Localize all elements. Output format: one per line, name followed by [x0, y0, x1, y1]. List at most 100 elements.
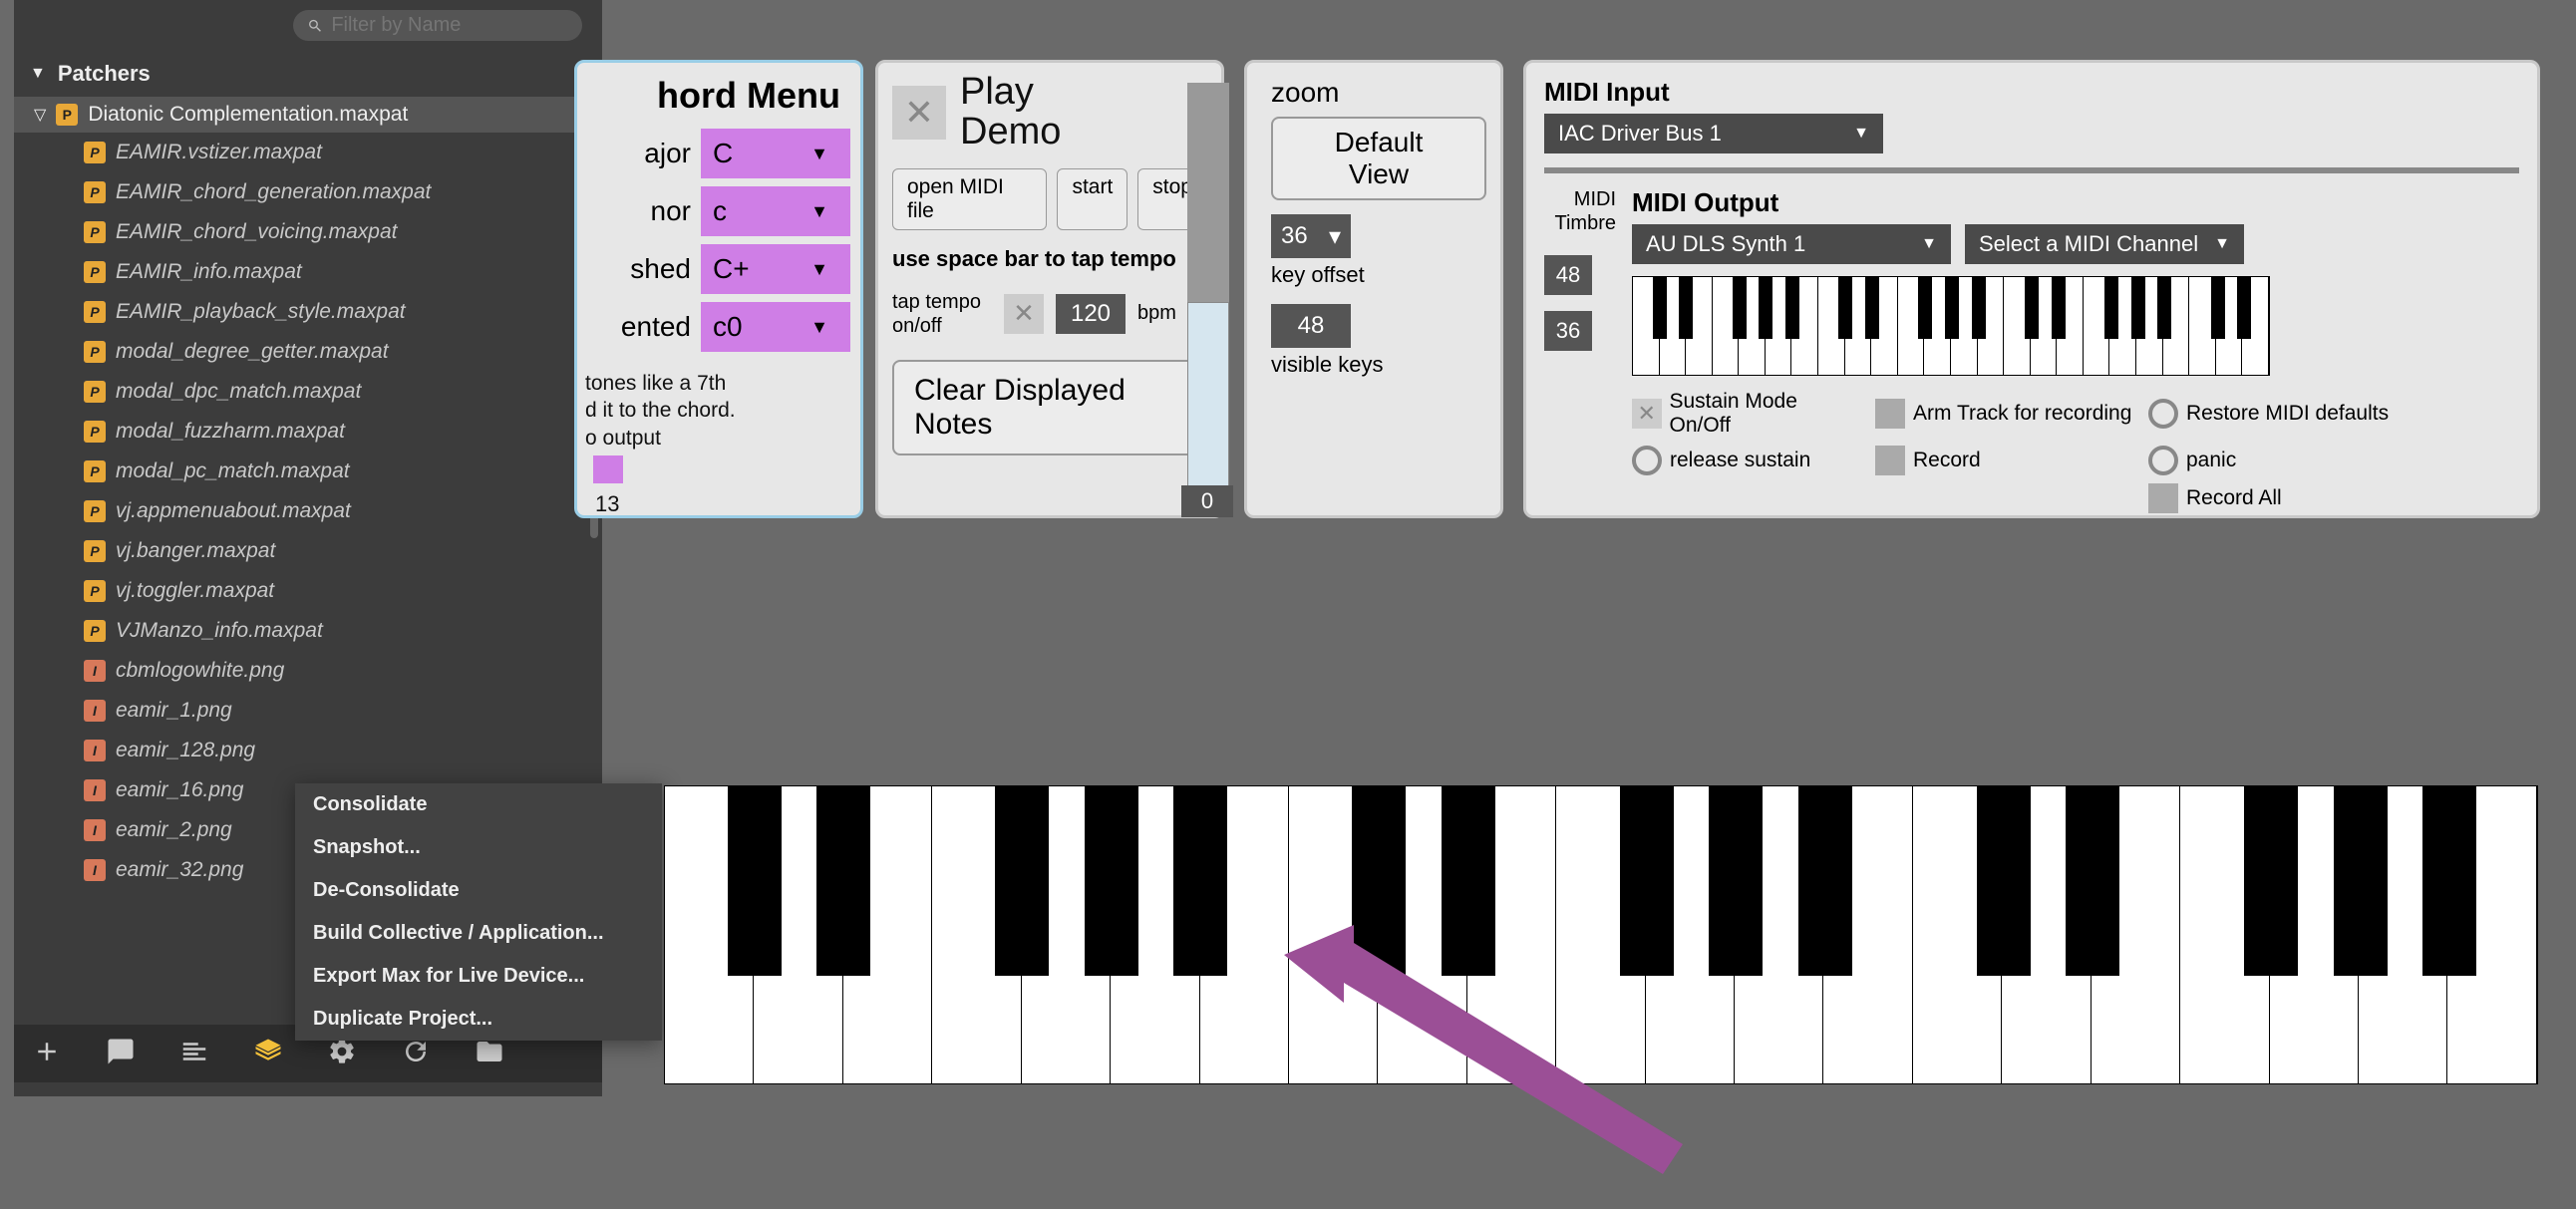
context-menu-item[interactable]: Build Collective / Application...: [295, 912, 662, 955]
chord-type-label: nor: [651, 195, 691, 227]
file-row[interactable]: Pvj.banger.maxpat: [14, 531, 602, 571]
record-toggle[interactable]: [1875, 446, 1905, 475]
file-row[interactable]: Pmodal_fuzzharm.maxpat: [14, 412, 602, 452]
gear-icon[interactable]: [327, 1037, 357, 1071]
midi-timbre-label: MIDI Timbre: [1544, 187, 1616, 235]
black-key[interactable]: [2237, 277, 2251, 339]
context-menu-item[interactable]: Snapshot...: [295, 826, 662, 869]
mini-keyboard[interactable]: [1632, 276, 2270, 376]
note-select[interactable]: [593, 455, 623, 483]
bpm-value[interactable]: 120: [1056, 294, 1126, 334]
black-key[interactable]: [2104, 277, 2118, 339]
default-view-button[interactable]: Default View: [1271, 117, 1486, 200]
file-row[interactable]: PVJManzo_info.maxpat: [14, 611, 602, 651]
refresh-icon[interactable]: [401, 1037, 431, 1071]
black-key[interactable]: [2131, 277, 2145, 339]
context-menu-item[interactable]: Consolidate: [295, 783, 662, 826]
root-project-row[interactable]: ▽ P Diatonic Complementation.maxpat: [14, 97, 602, 133]
chord-root-select[interactable]: c▼: [701, 186, 850, 236]
black-key[interactable]: [1798, 786, 1852, 976]
chevron-down-icon: ▼: [1921, 235, 1937, 253]
black-key[interactable]: [1709, 786, 1763, 976]
black-key[interactable]: [1865, 277, 1879, 339]
chord-root-select[interactable]: C▼: [701, 129, 850, 178]
midi-timbre-48[interactable]: 48: [1544, 255, 1592, 295]
black-key[interactable]: [2157, 277, 2171, 339]
clear-notes-button[interactable]: Clear Displayed Notes: [892, 360, 1207, 455]
visible-keys-value[interactable]: 48: [1271, 304, 1351, 348]
zoom-slider-track[interactable]: [1187, 83, 1229, 501]
restore-defaults-button[interactable]: [2148, 399, 2178, 429]
midi-timbre-36[interactable]: 36: [1544, 311, 1592, 351]
open-midi-file-button[interactable]: open MIDI file: [892, 168, 1047, 230]
release-sustain-button[interactable]: [1632, 446, 1662, 475]
chord-root-select[interactable]: c0▼: [701, 302, 850, 352]
file-row[interactable]: P EAMIR.vstizer.maxpat: [14, 133, 602, 172]
chord-type-row: ajorC▼: [577, 125, 860, 182]
black-key[interactable]: [1945, 277, 1959, 339]
midi-channel-select[interactable]: Select a MIDI Channel▼: [1965, 224, 2244, 264]
black-key[interactable]: [2211, 277, 2225, 339]
file-name: vj.toggler.maxpat: [116, 579, 274, 603]
patcher-badge-icon: P: [84, 142, 106, 163]
file-name: EAMIR.vstizer.maxpat: [116, 141, 322, 164]
file-row[interactable]: PEAMIR_info.maxpat: [14, 252, 602, 292]
black-key[interactable]: [1972, 277, 1986, 339]
file-row[interactable]: Pvj.appmenuabout.maxpat: [14, 491, 602, 531]
black-key[interactable]: [728, 786, 782, 976]
filter-search[interactable]: [293, 10, 582, 41]
comment-icon[interactable]: [106, 1037, 136, 1071]
file-row[interactable]: PEAMIR_chord_voicing.maxpat: [14, 212, 602, 252]
file-row[interactable]: Pmodal_degree_getter.maxpat: [14, 332, 602, 372]
arm-track-toggle[interactable]: [1875, 399, 1905, 429]
folder-icon[interactable]: [475, 1037, 504, 1071]
black-key[interactable]: [816, 786, 870, 976]
file-row[interactable]: Pvj.toggler.maxpat: [14, 571, 602, 611]
file-row[interactable]: PEAMIR_playback_style.maxpat: [14, 292, 602, 332]
black-key[interactable]: [1918, 277, 1932, 339]
black-key[interactable]: [1733, 277, 1747, 339]
black-key[interactable]: [2052, 277, 2066, 339]
key-offset-select[interactable]: 36▾: [1271, 214, 1351, 258]
black-key[interactable]: [1977, 786, 2031, 976]
file-row[interactable]: Ieamir_1.png: [14, 691, 602, 731]
record-all-toggle[interactable]: [2148, 483, 2178, 513]
start-button[interactable]: start: [1057, 168, 1127, 230]
patchers-section-header[interactable]: ▼ Patchers: [14, 51, 602, 97]
black-key[interactable]: [2025, 277, 2039, 339]
context-menu-item[interactable]: De-Consolidate: [295, 869, 662, 912]
close-x-toggle[interactable]: ✕: [892, 86, 946, 140]
black-key[interactable]: [2066, 786, 2119, 976]
zoom-zero-box[interactable]: 0: [1181, 485, 1233, 517]
sustain-mode-toggle[interactable]: ✕: [1632, 399, 1662, 429]
black-key[interactable]: [995, 786, 1049, 976]
file-row[interactable]: Ieamir_128.png: [14, 731, 602, 770]
search-icon: [307, 17, 323, 35]
tap-tempo-toggle[interactable]: ✕: [1004, 294, 1044, 334]
chord-root-select[interactable]: C+▼: [701, 244, 850, 294]
context-menu-item[interactable]: Export Max for Live Device...: [295, 955, 662, 998]
black-key[interactable]: [2334, 786, 2388, 976]
list-icon[interactable]: [179, 1037, 209, 1071]
midi-output-select[interactable]: AU DLS Synth 1▼: [1632, 224, 1951, 264]
black-key[interactable]: [1759, 277, 1772, 339]
black-key[interactable]: [1173, 786, 1227, 976]
black-key[interactable]: [1785, 277, 1799, 339]
black-key[interactable]: [2422, 786, 2476, 976]
black-key[interactable]: [1085, 786, 1138, 976]
add-icon[interactable]: [32, 1037, 62, 1071]
filter-input[interactable]: [331, 14, 568, 37]
black-key[interactable]: [1679, 277, 1693, 339]
black-key[interactable]: [1653, 277, 1667, 339]
black-key[interactable]: [2244, 786, 2298, 976]
file-row[interactable]: Pmodal_dpc_match.maxpat: [14, 372, 602, 412]
file-row[interactable]: PEAMIR_chord_generation.maxpat: [14, 172, 602, 212]
midi-input-select[interactable]: IAC Driver Bus 1▼: [1544, 114, 1883, 153]
panic-button[interactable]: [2148, 446, 2178, 475]
file-row[interactable]: Pmodal_pc_match.maxpat: [14, 452, 602, 491]
image-badge-icon: I: [84, 819, 106, 841]
context-menu-item[interactable]: Duplicate Project...: [295, 998, 662, 1041]
file-row[interactable]: Icbmlogowhite.png: [14, 651, 602, 691]
layers-icon[interactable]: [253, 1037, 283, 1071]
black-key[interactable]: [1838, 277, 1852, 339]
